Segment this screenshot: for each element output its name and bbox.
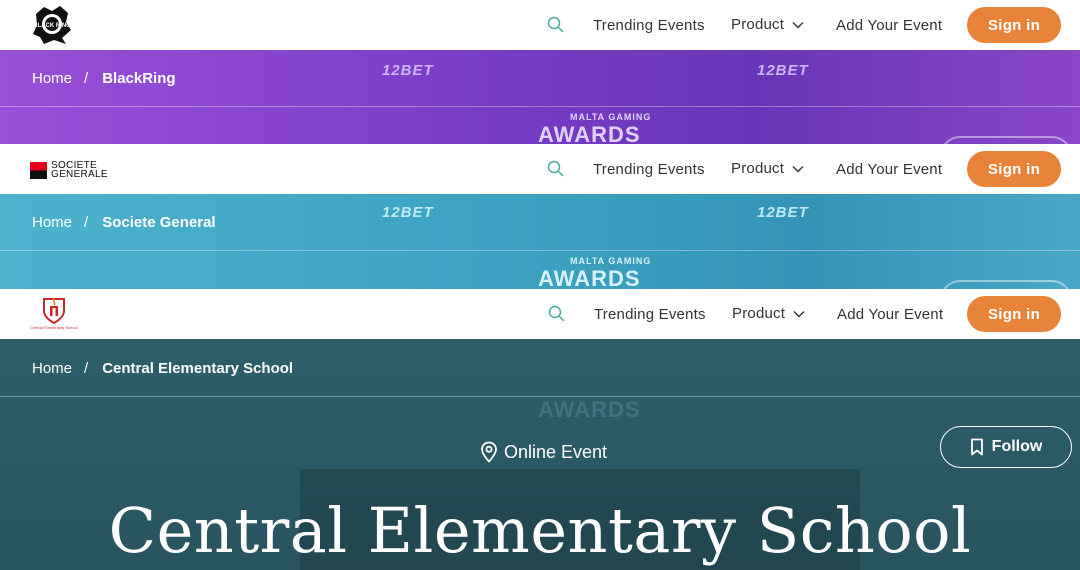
hero-banner-blackring: 12BET 12BET MALTA GAMING AWARDS Home / Bl… bbox=[0, 50, 1080, 144]
event-location: Online Event bbox=[480, 441, 607, 463]
divider bbox=[0, 250, 1080, 251]
sponsor-logo: 12BET bbox=[757, 62, 809, 79]
chevron-down-icon bbox=[792, 165, 804, 172]
breadcrumb-separator: / bbox=[84, 360, 89, 377]
breadcrumb-home[interactable]: Home bbox=[32, 360, 72, 377]
sign-in-button[interactable]: Sign in bbox=[967, 7, 1061, 43]
school-crest-logo bbox=[42, 297, 65, 325]
event-location-label: Online Event bbox=[504, 441, 608, 462]
brand-logo[interactable]: BLACK RING bbox=[30, 4, 74, 46]
nav-product-label: Product bbox=[731, 16, 785, 33]
nav-add-your-event[interactable]: Add Your Event bbox=[837, 306, 943, 323]
search-icon[interactable] bbox=[547, 304, 567, 324]
nav-add-your-event[interactable]: Add Your Event bbox=[836, 161, 942, 178]
nav-product-dropdown[interactable]: Product bbox=[731, 16, 804, 33]
awards-sign: MALTA GAMING AWARDS bbox=[538, 256, 652, 289]
brand-logo[interactable]: SOCIETE GENERALE bbox=[30, 160, 108, 180]
brand-logo[interactable]: Central Elementary School bbox=[30, 295, 78, 330]
follow-button[interactable]: Follow bbox=[940, 426, 1072, 468]
sign-in-button[interactable]: Sign in bbox=[967, 151, 1061, 187]
sponsor-logo: 12BET bbox=[382, 204, 434, 221]
breadcrumb: Home / BlackRing bbox=[32, 70, 176, 87]
nav-trending-events[interactable]: Trending Events bbox=[593, 17, 705, 34]
nav-trending-events[interactable]: Trending Events bbox=[593, 161, 705, 178]
svg-text:BLACK RING: BLACK RING bbox=[33, 23, 71, 29]
sponsor-logo: 12BET bbox=[382, 62, 434, 79]
brand-wordmark: SOCIETE GENERALE bbox=[51, 160, 108, 180]
nav-product-dropdown[interactable]: Product bbox=[731, 160, 804, 177]
nav-add-your-event[interactable]: Add Your Event bbox=[836, 17, 942, 34]
sponsor-logo: 12BET bbox=[757, 204, 809, 221]
search-icon[interactable] bbox=[546, 15, 566, 35]
breadcrumb: Home / Societe General bbox=[32, 214, 216, 231]
nav-product-label: Product bbox=[731, 160, 785, 177]
chevron-down-icon bbox=[792, 21, 804, 28]
breadcrumb-home[interactable]: Home bbox=[32, 70, 72, 87]
sign-in-button[interactable]: Sign in bbox=[967, 296, 1061, 332]
brand-wordmark: Central Elementary School bbox=[30, 325, 78, 330]
site-header: BLACK RING Trending Events Product Add Y… bbox=[0, 0, 1080, 50]
breadcrumb-current: BlackRing bbox=[102, 70, 176, 87]
breadcrumb-separator: / bbox=[84, 214, 89, 231]
awards-sign: MALTA GAMING AWARDS bbox=[538, 112, 652, 144]
breadcrumb-current: Societe General bbox=[102, 214, 216, 231]
follow-label: Follow bbox=[991, 438, 1043, 455]
breadcrumb-separator: / bbox=[84, 70, 89, 87]
nav-product-label: Product bbox=[732, 305, 786, 322]
map-pin-icon bbox=[481, 441, 497, 463]
black-ring-logo: BLACK RING bbox=[33, 6, 71, 44]
search-icon[interactable] bbox=[546, 159, 566, 179]
bookmark-icon bbox=[970, 438, 983, 456]
breadcrumb: Home / Central Elementary School bbox=[32, 360, 293, 377]
event-title: Central Elementary School bbox=[108, 494, 972, 567]
chevron-down-icon bbox=[793, 310, 805, 317]
hero-banner-societe-general: 12BET 12BET MALTA GAMING AWARDS Home / So… bbox=[0, 194, 1080, 289]
site-header: SOCIETE GENERALE Trending Events Product… bbox=[0, 144, 1080, 194]
stage-screen bbox=[940, 136, 1072, 144]
breadcrumb-home[interactable]: Home bbox=[32, 214, 72, 231]
stage-screen bbox=[940, 280, 1072, 289]
divider bbox=[0, 106, 1080, 107]
nav-product-dropdown[interactable]: Product bbox=[732, 305, 805, 322]
divider bbox=[0, 396, 1080, 397]
awards-sign: AWARDS bbox=[538, 397, 641, 422]
site-header: Central Elementary School Trending Event… bbox=[0, 289, 1080, 339]
societe-generale-logo bbox=[30, 161, 47, 179]
nav-trending-events[interactable]: Trending Events bbox=[594, 306, 706, 323]
breadcrumb-current: Central Elementary School bbox=[102, 360, 294, 377]
